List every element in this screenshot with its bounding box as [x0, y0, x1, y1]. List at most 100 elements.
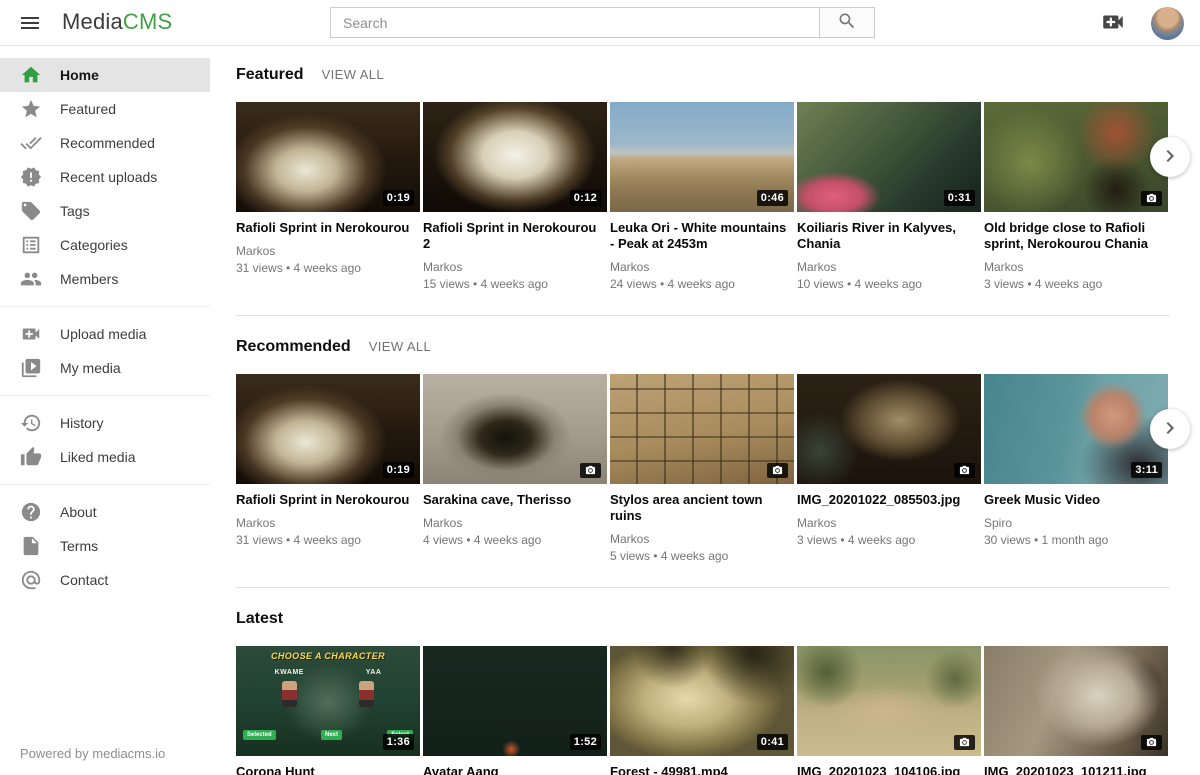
media-title[interactable]: Koiliaris River in Kalyves, Chania [797, 220, 981, 252]
media-card[interactable]: IMG_20201023_104106.jpg Markos 4 views •… [797, 646, 981, 775]
media-title[interactable]: IMG_20201023_104106.jpg [797, 764, 981, 775]
sidebar-item-featured[interactable]: Featured [0, 92, 210, 126]
cards-row: 0:19 Rafioli Sprint in Nerokourou Markos… [236, 374, 1170, 563]
media-author[interactable]: Markos [984, 260, 1168, 274]
media-author[interactable]: Markos [423, 260, 607, 274]
sidebar-item-members[interactable]: Members [0, 262, 210, 296]
cards-row: 0:19 Rafioli Sprint in Nerokourou Markos… [236, 102, 1170, 291]
logo-text-media: Media [62, 9, 123, 34]
media-author[interactable]: Markos [423, 516, 607, 530]
media-card[interactable]: IMG_20201023_101211.jpg Markos 4 views •… [984, 646, 1168, 775]
sidebar-item-terms[interactable]: Terms [0, 529, 210, 563]
sidebar-item-home[interactable]: Home [0, 58, 210, 92]
chevron-right-icon [1158, 144, 1182, 171]
sidebar-item-recommended[interactable]: Recommended [0, 126, 210, 160]
duration-badge: 3:11 [1131, 462, 1162, 478]
thumbnail[interactable]: 3:11 [984, 374, 1168, 484]
thumbnail[interactable]: 0:31 [797, 102, 981, 212]
avatar[interactable] [1151, 7, 1184, 40]
search-form [330, 7, 875, 38]
media-title[interactable]: Forest - 49981.mp4 [610, 764, 794, 775]
carousel-next-button[interactable] [1150, 137, 1190, 177]
media-author[interactable]: Markos [236, 244, 420, 258]
search-button[interactable] [820, 7, 875, 38]
media-author[interactable]: Spiro [984, 516, 1168, 530]
media-card[interactable]: Old bridge close to Rafioli sprint, Nero… [984, 102, 1168, 291]
thumbnail[interactable]: 1:52 [423, 646, 607, 756]
media-author[interactable]: Markos [797, 260, 981, 274]
section-featured: Featured VIEW ALL 0:19 Rafioli Sprint in… [236, 46, 1170, 316]
duration-badge: 0:41 [757, 734, 788, 750]
sidebar-item-about[interactable]: About [0, 495, 210, 529]
thumbnail[interactable]: 0:41 [610, 646, 794, 756]
media-title[interactable]: IMG_20201022_085503.jpg [797, 492, 981, 508]
section-header: Featured VIEW ALL [236, 46, 1170, 84]
thumbnail[interactable]: 0:46 [610, 102, 794, 212]
media-card[interactable]: 0:19 Rafioli Sprint in Nerokourou Markos… [236, 374, 420, 563]
media-title[interactable]: IMG_20201023_101211.jpg [984, 764, 1168, 775]
upload-media-icon[interactable] [1099, 9, 1127, 37]
thumbnail[interactable] [797, 646, 981, 756]
sidebar-item-upload-media[interactable]: Upload media [0, 317, 210, 351]
media-title[interactable]: Avatar Aang [423, 764, 607, 775]
media-card[interactable]: Sarakina cave, Therisso Markos 4 views •… [423, 374, 607, 563]
media-card[interactable]: 0:12 Rafioli Sprint in Nerokourou 2 Mark… [423, 102, 607, 291]
media-card[interactable]: 1:52 Avatar Aang Dickson Jr. 12 views • … [423, 646, 607, 775]
sidebar-item-liked-media[interactable]: Liked media [0, 440, 210, 474]
menu-icon[interactable] [16, 9, 44, 37]
history-icon [20, 412, 42, 434]
sidebar-item-tags[interactable]: Tags [0, 194, 210, 228]
media-card[interactable]: Stylos area ancient town ruins Markos 5 … [610, 374, 794, 563]
media-title[interactable]: Rafioli Sprint in Nerokourou 2 [423, 220, 607, 252]
media-title[interactable]: Sarakina cave, Therisso [423, 492, 607, 508]
media-card[interactable]: 0:31 Koiliaris River in Kalyves, Chania … [797, 102, 981, 291]
sidebar-item-contact[interactable]: Contact [0, 563, 210, 597]
media-title[interactable]: Rafioli Sprint in Nerokourou [236, 220, 420, 236]
thumbnail[interactable] [610, 374, 794, 484]
section-title: Recommended [236, 338, 351, 356]
camera-icon [954, 463, 975, 478]
thumbnail[interactable]: CHOOSE A CHARACTERKWAMEYAASelectedNextSe… [236, 646, 420, 756]
media-card[interactable]: CHOOSE A CHARACTERKWAMEYAASelectedNextSe… [236, 646, 420, 775]
thumbnail[interactable]: 0:12 [423, 102, 607, 212]
media-meta: 10 views • 4 weeks ago [797, 277, 981, 291]
thumbnail[interactable] [984, 646, 1168, 756]
sidebar-item-categories[interactable]: Categories [0, 228, 210, 262]
section-header: Latest [236, 588, 1170, 628]
media-title[interactable]: Old bridge close to Rafioli sprint, Nero… [984, 220, 1168, 252]
thumbnail[interactable] [797, 374, 981, 484]
media-title[interactable]: Rafioli Sprint in Nerokourou [236, 492, 420, 508]
media-author[interactable]: Markos [797, 516, 981, 530]
media-meta: 31 views • 4 weeks ago [236, 533, 420, 547]
search-input[interactable] [330, 7, 820, 38]
thumbnail[interactable]: 0:19 [236, 374, 420, 484]
media-author[interactable]: Markos [610, 260, 794, 274]
logo[interactable]: MediaCMS [62, 9, 172, 35]
camera-icon [1141, 735, 1162, 750]
carousel-next-button[interactable] [1150, 409, 1190, 449]
view-all-link[interactable]: VIEW ALL [322, 67, 384, 82]
thumbnail[interactable] [984, 102, 1168, 212]
thumbnail[interactable] [423, 374, 607, 484]
media-author[interactable]: Markos [610, 532, 794, 546]
media-title[interactable]: Greek Music Video [984, 492, 1168, 508]
media-card[interactable]: IMG_20201022_085503.jpg Markos 3 views •… [797, 374, 981, 563]
camera-icon [954, 735, 975, 750]
media-card[interactable]: 3:11 Greek Music Video Spiro 30 views • … [984, 374, 1168, 563]
media-card[interactable]: 0:19 Rafioli Sprint in Nerokourou Markos… [236, 102, 420, 291]
sidebar-divider [0, 395, 210, 396]
media-meta: 4 views • 4 weeks ago [423, 533, 607, 547]
media-author[interactable]: Markos [236, 516, 420, 530]
sidebar-item-history[interactable]: History [0, 406, 210, 440]
media-title[interactable]: Corona Hunt [236, 764, 420, 775]
media-meta: 3 views • 4 weeks ago [797, 533, 981, 547]
sidebar-item-my-media[interactable]: My media [0, 351, 210, 385]
media-card[interactable]: 0:41 Forest - 49981.mp4 test 17 views • … [610, 646, 794, 775]
sidebar-item-recent-uploads[interactable]: Recent uploads [0, 160, 210, 194]
media-title[interactable]: Stylos area ancient town ruins [610, 492, 794, 524]
media-card[interactable]: 0:46 Leuka Ori - White mountains - Peak … [610, 102, 794, 291]
media-title[interactable]: Leuka Ori - White mountains - Peak at 24… [610, 220, 794, 252]
view-all-link[interactable]: VIEW ALL [369, 339, 431, 354]
thumbnail[interactable]: 0:19 [236, 102, 420, 212]
tag-icon [20, 200, 42, 222]
